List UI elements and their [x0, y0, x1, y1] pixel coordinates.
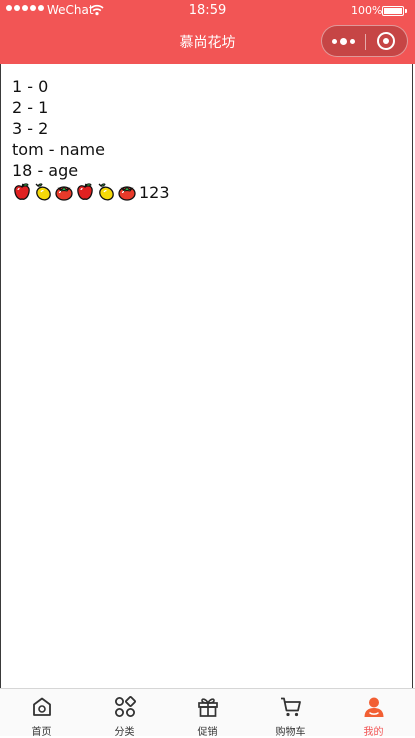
- list-item: 2 - 1: [12, 98, 49, 117]
- apple-icon: [77, 183, 93, 200]
- user-icon: [364, 697, 383, 717]
- list-item: 3 - 2: [12, 119, 49, 138]
- apple-icon: [14, 183, 30, 200]
- tab-promotion[interactable]: 促销: [166, 689, 249, 738]
- battery-percent: 100%: [351, 4, 383, 17]
- tab-bar: 首页 分类 促销 购物车 我的: [0, 688, 415, 738]
- capsule-divider: [365, 34, 366, 50]
- gift-icon: [197, 698, 218, 717]
- tab-category[interactable]: 分类: [83, 689, 166, 738]
- status-bar: WeChat 18:59 100%: [0, 0, 415, 22]
- more-icon[interactable]: [332, 36, 356, 46]
- navigation-bar: WeChat 18:59 100% 慕尚花坊: [0, 0, 415, 64]
- fruit-row-suffix: 123: [139, 182, 170, 202]
- list-item: 1 - 0: [12, 77, 49, 96]
- list-item: 18 - age: [12, 161, 79, 180]
- battery-icon: [382, 6, 407, 16]
- category-icon: [114, 696, 136, 717]
- fruit-row: 123: [12, 181, 170, 203]
- list-item: tom - name: [12, 140, 105, 159]
- tab-home[interactable]: 首页: [0, 689, 83, 738]
- close-mini-program-icon[interactable]: [377, 32, 395, 50]
- home-icon: [32, 697, 51, 716]
- lemon-icon: [98, 183, 114, 201]
- tab-mine[interactable]: 我的: [332, 689, 415, 738]
- cart-icon: [280, 697, 301, 717]
- lemon-icon: [35, 183, 51, 201]
- tomato-icon: [55, 186, 73, 201]
- page-content: 1 - 0 2 - 1 3 - 2 tom - name 18 - age 12…: [12, 76, 170, 203]
- tab-cart[interactable]: 购物车: [249, 689, 332, 738]
- capsule-menu: [321, 25, 408, 57]
- tomato-icon: [118, 186, 136, 201]
